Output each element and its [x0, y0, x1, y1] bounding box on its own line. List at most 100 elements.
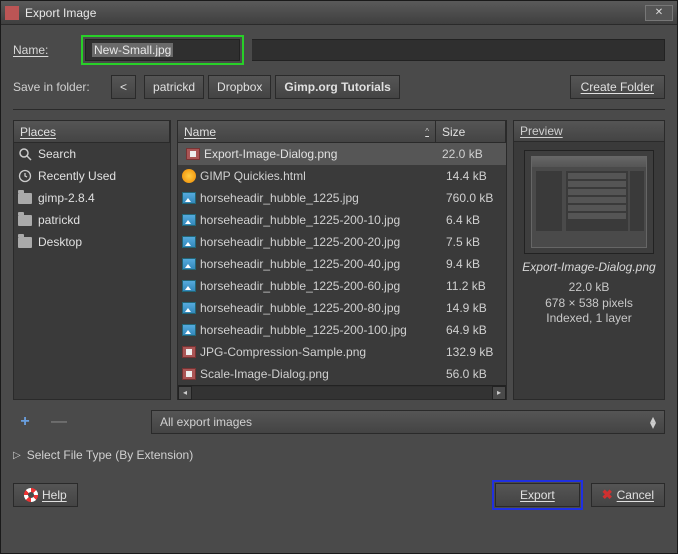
add-bookmark-button[interactable]: +	[13, 411, 37, 433]
files-hscrollbar[interactable]: ◂ ▸	[178, 385, 506, 399]
preview-mode: Indexed, 1 layer	[545, 311, 633, 327]
files-list[interactable]: Export-Image-Dialog.png22.0 kBGIMP Quick…	[178, 143, 506, 385]
file-name: GIMP Quickies.html	[200, 169, 306, 183]
breadcrumb: patrickdDropboxGimp.org Tutorials	[144, 75, 400, 99]
image-file-icon	[186, 147, 200, 161]
file-name: horseheadir_hubble_1225-200-10.jpg	[200, 213, 400, 227]
create-folder-button[interactable]: Create Folder	[570, 75, 665, 99]
preview-thumbnail	[524, 150, 654, 254]
file-row[interactable]: horseheadir_hubble_1225-200-100.jpg64.9 …	[178, 319, 506, 341]
image-file-icon	[182, 323, 196, 337]
cancel-button[interactable]: ✖ Cancel	[591, 483, 665, 507]
image-file-icon	[182, 345, 196, 359]
browser-panels: Places Search Recently Used gimp-2.8.4 patr…	[13, 120, 665, 400]
image-file-icon	[182, 367, 196, 381]
preview-dims: 678 × 538 pixels	[545, 296, 633, 312]
file-row[interactable]: horseheadir_hubble_1225-200-40.jpg9.4 kB	[178, 253, 506, 275]
places-header: Places	[14, 121, 170, 142]
window-title: Export Image	[25, 6, 641, 20]
file-size: 760.0 kB	[440, 191, 506, 205]
file-name: horseheadir_hubble_1225-200-20.jpg	[200, 235, 400, 249]
file-size: 132.9 kB	[440, 345, 506, 359]
file-row[interactable]: JPG-Compression-Sample.png 132.9 kB	[178, 341, 506, 363]
file-row[interactable]: horseheadir_hubble_1225.jpg760.0 kB	[178, 187, 506, 209]
scroll-left-button[interactable]: ◂	[178, 386, 192, 400]
file-size: 6.4 kB	[440, 213, 506, 227]
places-item[interactable]: Recently Used	[14, 165, 170, 187]
places-item[interactable]: Desktop	[14, 231, 170, 253]
name-row: Name: New-Small.jpg	[13, 35, 665, 65]
filename-input-extension[interactable]	[252, 39, 665, 61]
preview-panel: Preview Export-Image-Dialog.png 22.0 kB …	[513, 120, 665, 400]
search-icon	[18, 147, 32, 161]
places-item[interactable]: patrickd	[14, 209, 170, 231]
file-name: Export-Image-Dialog.png	[204, 147, 337, 161]
image-file-icon	[182, 191, 196, 205]
file-row[interactable]: Export-Image-Dialog.png22.0 kB	[178, 143, 506, 165]
file-name: horseheadir_hubble_1225-200-60.jpg	[200, 279, 400, 293]
name-label: Name:	[13, 43, 73, 57]
preview-filename: Export-Image-Dialog.png	[522, 260, 655, 274]
export-button[interactable]: Export	[495, 483, 580, 507]
cancel-icon: ✖	[602, 487, 613, 503]
places-item-label: gimp-2.8.4	[38, 191, 95, 205]
button-row: Help Export ✖ Cancel	[13, 476, 665, 510]
places-panel: Places Search Recently Used gimp-2.8.4 patr…	[13, 120, 171, 400]
breadcrumb-segment[interactable]: patrickd	[144, 75, 204, 99]
folder-icon	[18, 213, 32, 227]
help-icon	[24, 488, 38, 502]
close-window-button[interactable]: ✕	[645, 5, 673, 21]
file-name: horseheadir_hubble_1225-200-80.jpg	[200, 301, 400, 315]
below-row: + — All export images ▴▾	[13, 410, 665, 434]
file-name: JPG-Compression-Sample.png	[200, 345, 366, 359]
file-size: 14.4 kB	[440, 169, 506, 183]
sort-caret-icon: ^	[425, 127, 429, 136]
file-row[interactable]: horseheadir_hubble_1225-200-80.jpg 14.9 k…	[178, 297, 506, 319]
path-back-button[interactable]: <	[111, 75, 136, 99]
file-row[interactable]: Scale-Image-Dialog.png56.0 kB	[178, 363, 506, 385]
help-button[interactable]: Help	[13, 483, 78, 507]
preview-body: Export-Image-Dialog.png 22.0 kB 678 × 53…	[514, 142, 664, 399]
file-size: 11.2 kB	[440, 279, 506, 293]
titlebar: Export Image ✕	[1, 1, 677, 25]
file-name: horseheadir_hubble_1225-200-40.jpg	[200, 257, 400, 271]
combo-arrows-icon: ▴▾	[650, 416, 656, 428]
export-highlight: Export	[492, 480, 583, 510]
file-size: 14.9 kB	[440, 301, 506, 315]
file-type-expander[interactable]: ▷ Select File Type (By Extension)	[13, 444, 665, 466]
file-row[interactable]: horseheadir_hubble_1225-200-10.jpg 6.4 kB	[178, 209, 506, 231]
col-name-header[interactable]: Name^	[178, 121, 436, 142]
divider	[13, 109, 665, 110]
remove-bookmark-button: —	[47, 411, 71, 433]
scroll-right-button[interactable]: ▸	[492, 386, 506, 400]
image-file-icon	[182, 301, 196, 315]
preview-size: 22.0 kB	[545, 280, 633, 296]
places-item[interactable]: Search	[14, 143, 170, 165]
breadcrumb-segment[interactable]: Gimp.org Tutorials	[275, 75, 399, 99]
expander-triangle-icon: ▷	[13, 450, 21, 461]
filename-input[interactable]: New-Small.jpg	[85, 39, 240, 61]
file-row[interactable]: horseheadir_hubble_1225-200-60.jpg 11.2 k…	[178, 275, 506, 297]
export-image-dialog: Export Image ✕ Name: New-Small.jpg Save …	[0, 0, 678, 554]
places-item-label: Desktop	[38, 235, 82, 249]
breadcrumb-segment[interactable]: Dropbox	[208, 75, 271, 99]
places-list[interactable]: Search Recently Used gimp-2.8.4 patrickd Des…	[14, 143, 170, 399]
scroll-track[interactable]	[192, 387, 492, 399]
image-file-icon	[182, 213, 196, 227]
places-item[interactable]: gimp-2.8.4	[14, 187, 170, 209]
image-file-icon	[182, 279, 196, 293]
html-file-icon	[182, 169, 196, 183]
files-panel: Name^ Size Export-Image-Dialog.png22.0 k…	[177, 120, 507, 400]
file-row[interactable]: GIMP Quickies.html 14.4 kB	[178, 165, 506, 187]
places-item-label: patrickd	[38, 213, 80, 227]
file-row[interactable]: horseheadir_hubble_1225-200-20.jpg7.5 kB	[178, 231, 506, 253]
image-file-icon	[182, 257, 196, 271]
name-highlight: New-Small.jpg	[81, 35, 244, 65]
file-size: 56.0 kB	[440, 367, 506, 381]
places-item-label: Recently Used	[38, 169, 116, 183]
col-size-header[interactable]: Size	[436, 121, 506, 142]
file-filter-combo[interactable]: All export images ▴▾	[151, 410, 665, 434]
folder-icon	[18, 235, 32, 249]
file-size: 64.9 kB	[440, 323, 506, 337]
folder-row: Save in folder: < patrickdDropboxGimp.or…	[13, 75, 665, 99]
